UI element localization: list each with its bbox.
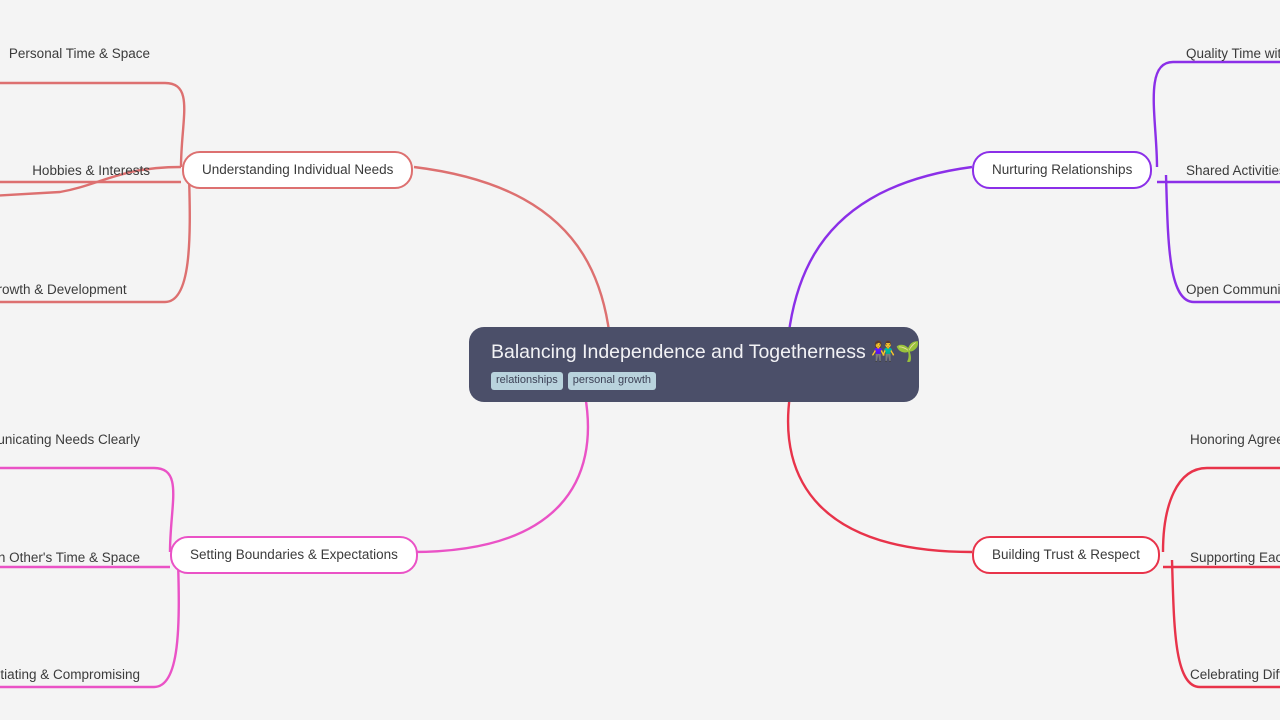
leaf-node-supporting-each-others-goals[interactable]: Supporting Each Other's Goals (1190, 549, 1280, 566)
leaf-node-celebrating-differences[interactable]: Celebrating Differences (1190, 666, 1280, 683)
edge-setting-boundaries-to-communicating-needs-clearly (0, 466, 175, 553)
root-title: Balancing Independence and Togetherness … (491, 341, 920, 363)
leaf-node-open-communication[interactable]: Open Communication (1186, 281, 1280, 298)
edge-root-to-setting-boundaries-expectations (411, 394, 590, 554)
branch-node-understanding-individual-needs[interactable]: Understanding Individual Needs (182, 151, 414, 189)
leaf-node-hobbies-interests[interactable]: Hobbies & Interests (0, 162, 150, 179)
root-node[interactable]: Balancing Independence and Togetherness … (469, 327, 920, 402)
edge-building-trust-to-honoring-agreements (1161, 466, 1280, 553)
leaf-node-communicating-needs-clearly[interactable]: Communicating Needs Clearly (0, 431, 140, 448)
leaf-node-honoring-agreements[interactable]: Honoring Agreements (1190, 431, 1280, 448)
leaf-node-personal-growth-development[interactable]: Personal Growth & Development (0, 281, 127, 298)
leaf-node-personal-time-space[interactable]: Personal Time & Space (0, 45, 150, 62)
mindmap-canvas: Balancing Independence and Togetherness … (0, 0, 1280, 720)
edge-understanding-to-personal-time-space (0, 81, 186, 168)
edge-nurturing-to-quality-time (1152, 60, 1280, 168)
leaf-node-negotiating-compromising[interactable]: Negotiating & Compromising (0, 666, 140, 683)
leaf-node-respecting-each-others-time-space[interactable]: Respecting Each Other's Time & Space (0, 549, 140, 566)
root-tag-personal-growth[interactable]: personal growth (567, 372, 657, 390)
root-tag-relationships[interactable]: relationships (491, 372, 563, 390)
edge-root-to-building-trust-respect (786, 394, 973, 554)
root-tag-list: relationships personal growth (491, 372, 897, 390)
leaf-node-quality-time-with-loved-ones[interactable]: Quality Time with Loved Ones (1186, 45, 1280, 62)
branch-node-nurturing-relationships[interactable]: Nurturing Relationships (972, 151, 1153, 189)
branch-node-setting-boundaries-expectations[interactable]: Setting Boundaries & Expectations (170, 536, 418, 574)
branch-node-building-trust-respect[interactable]: Building Trust & Respect (972, 536, 1160, 574)
leaf-node-shared-activities-experiences[interactable]: Shared Activities & Experiences (1186, 162, 1280, 179)
